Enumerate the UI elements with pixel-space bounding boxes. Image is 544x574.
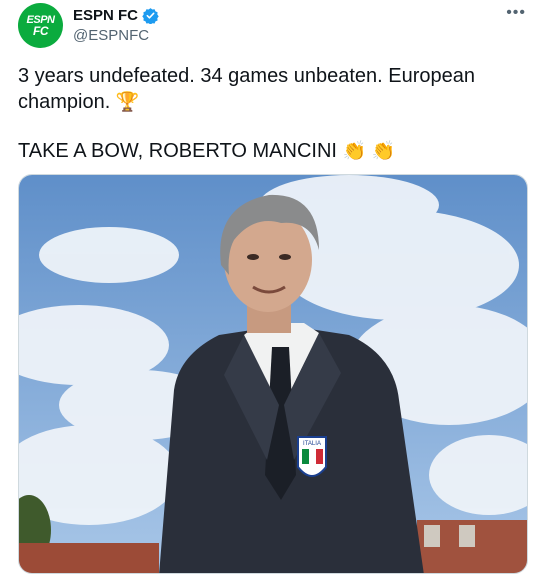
tweet-text-line1: 3 years undefeated. 34 games unbeaten. E… <box>18 63 528 115</box>
trophy-icon: 🏆 <box>115 91 140 113</box>
crest-label: ITALIA <box>303 441 321 447</box>
verified-badge-icon <box>142 7 159 24</box>
clapping-hands-icon: 👏 <box>371 140 396 162</box>
display-name[interactable]: ESPN FC <box>73 7 138 24</box>
tweet-card[interactable]: ESPN FC ESPN FC @ESPNFC ••• 3 years unde… <box>0 0 544 574</box>
photo-portrait: ITALIA <box>19 175 527 573</box>
clapping-hands-icon: 👏 <box>342 140 367 162</box>
author-name-row: ESPN FC <box>73 7 159 24</box>
tweet-text-2: TAKE A BOW, ROBERTO MANCINI <box>18 140 337 162</box>
tweet-text-1: 3 years undefeated. 34 games unbeaten. E… <box>18 65 476 113</box>
more-options-icon[interactable]: ••• <box>506 4 526 22</box>
avatar-logo-bottom: FC <box>33 23 49 38</box>
tweet-text-line2: TAKE A BOW, ROBERTO MANCINI 👏 👏 <box>18 138 528 164</box>
handle[interactable]: @ESPNFC <box>73 27 149 44</box>
tweet-photo[interactable]: ITALIA <box>18 174 528 574</box>
avatar[interactable]: ESPN FC <box>18 3 63 48</box>
